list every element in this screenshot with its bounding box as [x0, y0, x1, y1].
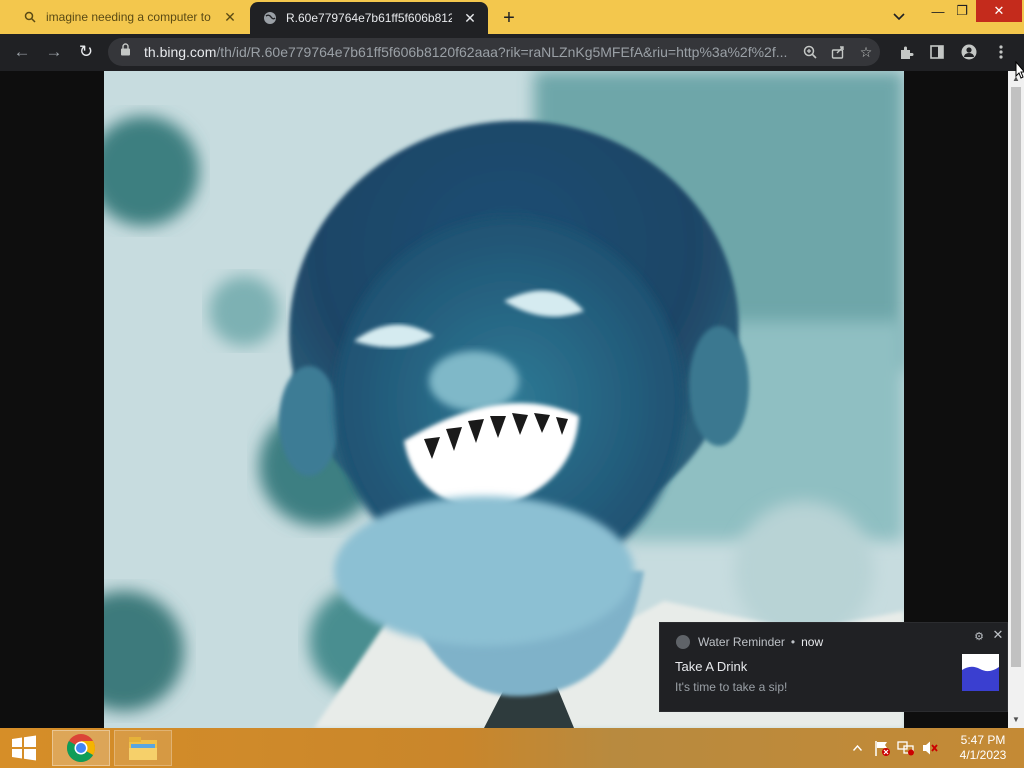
notification-separator: •: [790, 635, 796, 649]
clock-date: 4/1/2023: [959, 748, 1007, 762]
url-host: th.bing.com: [144, 44, 217, 60]
extensions-icon[interactable]: [891, 38, 921, 66]
browser-toolbar: ← → ↻ th.bing.com/th/id/R.60e779764e7b61…: [0, 34, 1024, 71]
zoom-icon[interactable]: [796, 38, 824, 66]
url-path: /th/id/R.60e779764e7b61ff5f606b8120f62aa…: [216, 44, 788, 60]
chrome-taskbar-button[interactable]: [52, 730, 110, 766]
system-clock[interactable]: 5:47 PM 4/1/2023: [948, 733, 1018, 763]
vertical-scrollbar[interactable]: ▲ ▼: [1008, 71, 1024, 728]
side-panel-icon[interactable]: [922, 38, 952, 66]
forward-button[interactable]: →: [40, 38, 68, 66]
notification-app-name: Water Reminder: [698, 635, 785, 649]
taskbar: 5:47 PM 4/1/2023: [0, 728, 1024, 768]
windows-start-icon[interactable]: [0, 728, 48, 768]
notification-close-icon[interactable]: ✕: [991, 627, 1005, 642]
scroll-down-arrow-icon[interactable]: ▼: [1008, 712, 1024, 726]
share-icon[interactable]: [824, 38, 852, 66]
chrome-icon: [67, 734, 95, 762]
clock-time: 5:47 PM: [960, 733, 1006, 747]
close-tab-icon[interactable]: ✕: [460, 8, 480, 28]
network-icon[interactable]: [896, 728, 916, 768]
lock-icon: [120, 43, 134, 61]
tab-image[interactable]: R.60e779764e7b61ff5f606b8120f ✕: [250, 2, 488, 34]
close-tab-icon[interactable]: ✕: [220, 7, 240, 27]
close-window-button[interactable]: ✕: [976, 0, 1022, 22]
notification-header: Water Reminder • now: [676, 635, 823, 649]
action-center-flag-icon[interactable]: [872, 728, 892, 768]
scrollbar-thumb[interactable]: [1011, 87, 1021, 667]
notification-time: now: [801, 635, 824, 649]
volume-muted-icon[interactable]: [920, 728, 940, 768]
url-text[interactable]: th.bing.com/th/id/R.60e779764e7b61ff5f60…: [144, 44, 796, 60]
reload-button[interactable]: ↻: [72, 38, 100, 66]
tab-title: imagine needing a computer to f: [46, 10, 212, 24]
file-explorer-icon: [129, 737, 157, 760]
profile-icon[interactable]: [954, 38, 984, 66]
mouse-cursor-icon: [1015, 60, 1024, 79]
back-button[interactable]: ←: [8, 38, 36, 66]
chrome-small-icon: [676, 635, 690, 649]
tab-strip: imagine needing a computer to f ✕ R.60e7…: [0, 0, 1024, 34]
notification-title: Take A Drink: [675, 659, 748, 674]
chevron-down-icon: [893, 13, 905, 21]
bookmark-star-icon[interactable]: ☆: [852, 38, 880, 66]
tab-title: R.60e779764e7b61ff5f606b8120f: [286, 11, 452, 25]
notification-toast[interactable]: Water Reminder • now ⚙ ✕ Take A Drink It…: [659, 622, 1008, 712]
notification-body: It's time to take a sip!: [675, 680, 788, 694]
restore-button[interactable]: ❐: [946, 0, 978, 22]
new-tab-button[interactable]: +: [497, 6, 521, 30]
address-bar[interactable]: th.bing.com/th/id/R.60e779764e7b61ff5f60…: [108, 38, 880, 66]
globe-icon: [262, 10, 278, 26]
notification-settings-icon[interactable]: ⚙: [972, 629, 986, 643]
show-hidden-icons-icon[interactable]: [850, 728, 864, 768]
tab-search-button[interactable]: [886, 6, 912, 28]
file-explorer-taskbar-button[interactable]: [114, 730, 172, 766]
search-icon: [22, 9, 38, 25]
tab-search-result[interactable]: imagine needing a computer to f ✕: [10, 0, 248, 34]
menu-kebab-icon[interactable]: [986, 38, 1016, 66]
water-wave-icon: [962, 654, 999, 691]
